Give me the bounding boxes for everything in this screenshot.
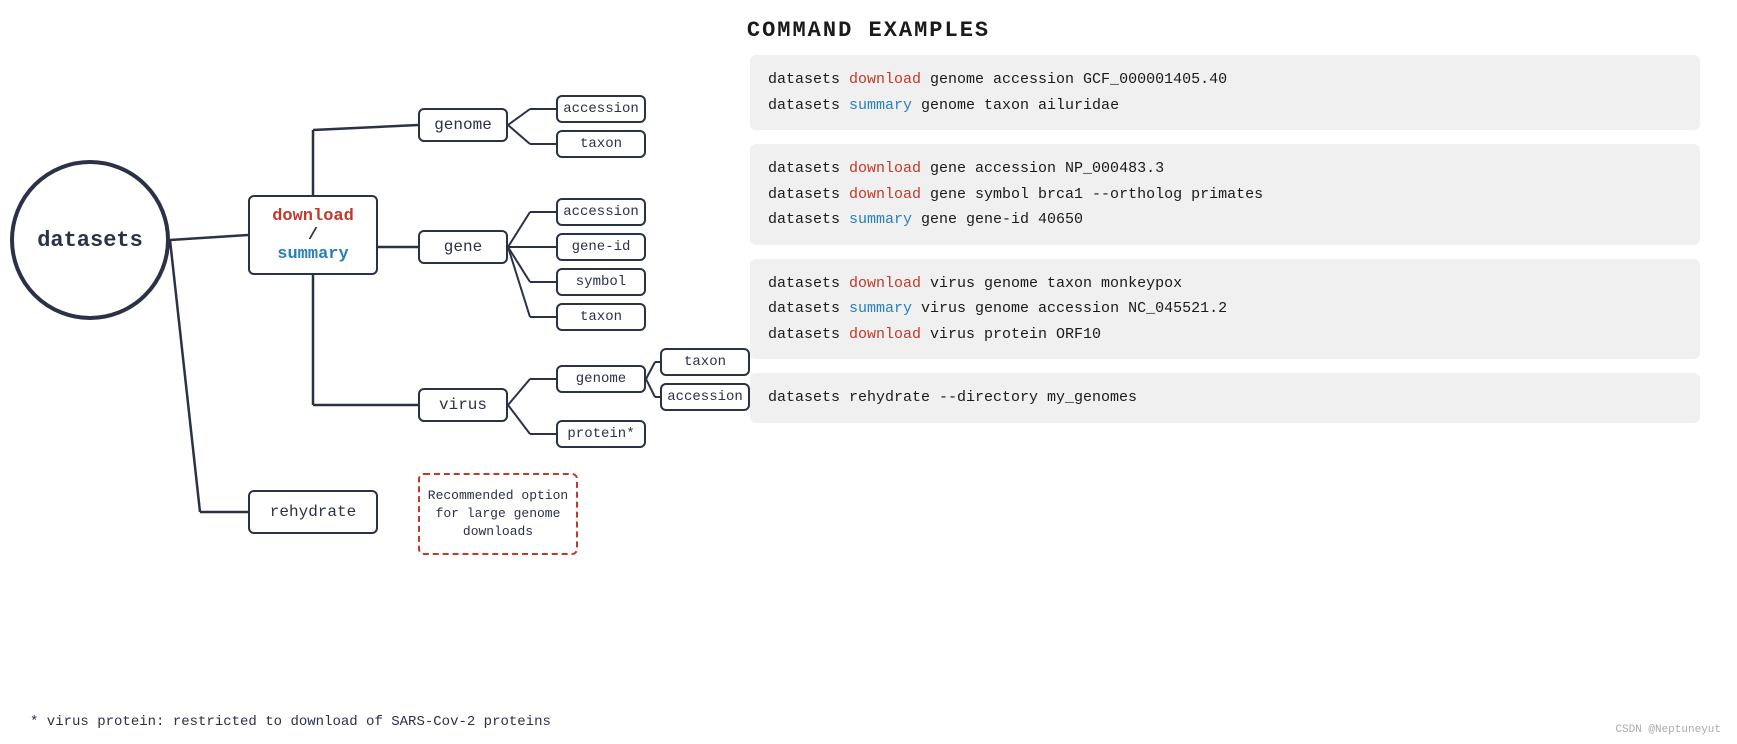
virus-genome-node: genome: [556, 365, 646, 393]
cmd-download-v1: download: [849, 275, 921, 292]
cmd-download-g2: download: [849, 186, 921, 203]
gene-symbol-node: symbol: [556, 268, 646, 296]
cmd-datasets-v2: datasets: [768, 300, 849, 317]
genome-node: genome: [418, 108, 508, 142]
gene-cmd-3: datasets summary gene gene-id 40650: [768, 207, 1682, 233]
rehydrate-cmd-1: datasets rehydrate --directory my_genome…: [768, 385, 1682, 411]
cmd-rest-v3: virus protein ORF10: [921, 326, 1101, 343]
cmd-datasets-r1: datasets rehydrate --directory my_genome…: [768, 389, 1137, 406]
gene-accession-node: accession: [556, 198, 646, 226]
gene-cmd-2: datasets download gene symbol brca1 --or…: [768, 182, 1682, 208]
cmd-rest-v1: virus genome taxon monkeypox: [921, 275, 1182, 292]
cmd-datasets-1: datasets: [768, 71, 849, 88]
watermark: CSDN @Neptuneyut: [1615, 724, 1721, 736]
cmd-download-1: download: [849, 71, 921, 88]
rehydrate-node: rehydrate: [248, 490, 378, 534]
vg-taxon-node: taxon: [660, 348, 750, 376]
summary-label: summary: [277, 245, 348, 264]
slash-label: /: [308, 226, 318, 245]
virus-cmd-3: datasets download virus protein ORF10: [768, 322, 1682, 348]
gene-geneid-node: gene-id: [556, 233, 646, 261]
cmd-rest-v2: virus genome accession NC_045521.2: [912, 300, 1227, 317]
virus-protein-node: protein*: [556, 420, 646, 448]
page: COMMAND EXAMPLES datasets: [0, 0, 1737, 744]
cmd-rest-2: genome taxon ailuridae: [912, 97, 1119, 114]
commands-panel: datasets download genome accession GCF_0…: [750, 55, 1700, 437]
cmd-datasets-v3: datasets: [768, 326, 849, 343]
recommended-box: Recommended option for large genome down…: [418, 473, 578, 555]
download-label: download: [272, 207, 354, 226]
gene-node: gene: [418, 230, 508, 264]
cmd-rest-1: genome accession GCF_000001405.40: [921, 71, 1227, 88]
cmd-datasets-2: datasets: [768, 97, 849, 114]
virus-cmd-2: datasets summary virus genome accession …: [768, 296, 1682, 322]
genome-cmd-1: datasets download genome accession GCF_0…: [768, 67, 1682, 93]
cmd-download-g1: download: [849, 160, 921, 177]
genome-cmd-2: datasets summary genome taxon ailuridae: [768, 93, 1682, 119]
genome-accession-node: accession: [556, 95, 646, 123]
vg-accession-node: accession: [660, 383, 750, 411]
virus-commands: datasets download virus genome taxon mon…: [750, 259, 1700, 360]
datasets-label: datasets: [37, 228, 143, 253]
cmd-datasets-g1: datasets: [768, 160, 849, 177]
cmd-summary-2: summary: [849, 97, 912, 114]
datasets-node: datasets: [10, 160, 170, 320]
genome-commands: datasets download genome accession GCF_0…: [750, 55, 1700, 130]
genome-taxon-node: taxon: [556, 130, 646, 158]
virus-node: virus: [418, 388, 508, 422]
cmd-rest-g3: gene gene-id 40650: [912, 211, 1083, 228]
virus-cmd-1: datasets download virus genome taxon mon…: [768, 271, 1682, 297]
cmd-datasets-v1: datasets: [768, 275, 849, 292]
cmd-summary-g3: summary: [849, 211, 912, 228]
gene-taxon-node: taxon: [556, 303, 646, 331]
gene-cmd-1: datasets download gene accession NP_0004…: [768, 156, 1682, 182]
cmd-datasets-g3: datasets: [768, 211, 849, 228]
cmd-rest-g2: gene symbol brca1 --ortholog primates: [921, 186, 1263, 203]
rehydrate-commands: datasets rehydrate --directory my_genome…: [750, 373, 1700, 423]
cmd-download-v3: download: [849, 326, 921, 343]
download-summary-node: download / summary: [248, 195, 378, 275]
footnote: * virus protein: restricted to download …: [30, 714, 551, 730]
cmd-summary-v2: summary: [849, 300, 912, 317]
gene-commands: datasets download gene accession NP_0004…: [750, 144, 1700, 245]
cmd-datasets-g2: datasets: [768, 186, 849, 203]
cmd-rest-g1: gene accession NP_000483.3: [921, 160, 1164, 177]
